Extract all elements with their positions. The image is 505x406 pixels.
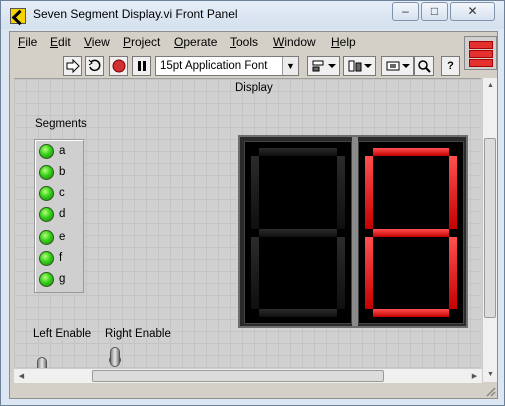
front-panel-client: File Edit View Project Operate Tools Win… xyxy=(9,31,498,399)
scroll-down-icon[interactable]: ▼ xyxy=(483,367,498,382)
led-indicator[interactable] xyxy=(39,207,54,222)
led-row[interactable]: b xyxy=(39,164,79,182)
led-indicator[interactable] xyxy=(39,272,54,287)
menu-project[interactable]: Project xyxy=(123,35,160,49)
left-digit[interactable] xyxy=(244,141,352,324)
run-arrow-icon[interactable] xyxy=(63,56,82,76)
led-row[interactable]: a xyxy=(39,143,79,161)
led-label: e xyxy=(59,231,66,243)
app-window: Seven Segment Display.vi Front Panel – □… xyxy=(0,0,505,406)
menu-bar: File Edit View Project Operate Tools Win… xyxy=(10,32,462,52)
led-row[interactable]: e xyxy=(39,229,79,247)
font-selector-value: 15pt Application Font xyxy=(160,60,268,72)
vertical-scrollbar[interactable]: ▲ ▼ xyxy=(482,78,497,382)
led-indicator[interactable] xyxy=(39,251,54,266)
led-row[interactable]: d xyxy=(39,206,79,224)
vi-icon xyxy=(464,36,497,70)
led-indicator[interactable] xyxy=(39,230,54,245)
scroll-left-icon[interactable]: ◀ xyxy=(14,369,29,384)
context-help-icon[interactable]: ? xyxy=(441,56,460,76)
segment-b xyxy=(337,156,345,229)
labview-vi-icon xyxy=(10,8,26,24)
window-title: Seven Segment Display.vi Front Panel xyxy=(33,7,238,21)
menu-window[interactable]: Window xyxy=(273,35,316,49)
led-label: f xyxy=(59,252,63,264)
segment-d xyxy=(259,309,337,317)
led-row[interactable]: f xyxy=(39,250,79,268)
segment-d xyxy=(373,309,449,317)
menu-help[interactable]: Help xyxy=(331,35,356,49)
segment-f xyxy=(251,156,259,229)
chevron-down-icon: ▼ xyxy=(282,57,298,75)
seven-segment-display[interactable] xyxy=(238,135,468,328)
segment-c xyxy=(449,236,457,309)
led-label: d xyxy=(59,208,66,220)
led-indicator[interactable] xyxy=(39,144,54,159)
close-button[interactable]: ✕ xyxy=(450,2,495,21)
led-row[interactable]: c xyxy=(39,185,79,203)
maximize-button[interactable]: □ xyxy=(421,2,448,21)
right-digit[interactable] xyxy=(358,141,464,324)
toolbar: 15pt Application Font ▼ ? xyxy=(10,52,462,78)
menu-view[interactable]: View xyxy=(84,35,110,49)
font-selector[interactable]: 15pt Application Font ▼ xyxy=(155,56,299,76)
menu-tools[interactable]: Tools xyxy=(230,35,258,49)
led-label: a xyxy=(59,145,66,157)
led-indicator[interactable] xyxy=(39,165,54,180)
segment-b xyxy=(449,156,457,229)
segments-led-array: a b c d e f g xyxy=(34,139,84,293)
minimize-button[interactable]: – xyxy=(392,2,419,21)
segment-a xyxy=(373,148,449,156)
segment-f xyxy=(365,156,373,229)
led-label: g xyxy=(59,273,66,285)
display-label: Display xyxy=(235,82,273,94)
title-bar[interactable]: Seven Segment Display.vi Front Panel – □… xyxy=(1,1,504,29)
scroll-right-icon[interactable]: ▶ xyxy=(467,369,482,384)
menu-edit[interactable]: Edit xyxy=(50,35,71,49)
pause-icon[interactable] xyxy=(132,56,151,76)
run-continuously-icon[interactable] xyxy=(85,56,104,76)
led-label: b xyxy=(59,166,66,178)
horizontal-scroll-thumb[interactable] xyxy=(92,370,384,382)
segment-g xyxy=(259,228,337,237)
led-indicator[interactable] xyxy=(39,186,54,201)
abort-icon[interactable] xyxy=(109,56,128,76)
right-enable-label: Right Enable xyxy=(105,328,171,340)
front-panel-canvas[interactable]: Segments a b c d e f g Display Left Enab… xyxy=(14,78,481,383)
menu-file[interactable]: File xyxy=(18,35,37,49)
segment-g xyxy=(373,228,449,237)
segment-e xyxy=(365,236,373,309)
left-enable-label: Left Enable xyxy=(33,328,92,340)
menu-operate[interactable]: Operate xyxy=(174,35,217,49)
horizontal-scrollbar[interactable]: ◀ ▶ xyxy=(14,368,482,383)
resize-objects-icon[interactable] xyxy=(381,56,414,76)
segments-label: Segments xyxy=(35,118,87,130)
scroll-up-icon[interactable]: ▲ xyxy=(483,78,498,93)
resize-grip-icon[interactable] xyxy=(482,383,497,398)
distribute-objects-icon[interactable] xyxy=(343,56,376,76)
segment-a xyxy=(259,148,337,156)
search-icon[interactable] xyxy=(414,56,434,76)
led-row[interactable]: g xyxy=(39,271,79,289)
segment-e xyxy=(251,236,259,309)
align-objects-icon[interactable] xyxy=(307,56,340,76)
segment-c xyxy=(337,236,345,309)
led-label: c xyxy=(59,187,65,199)
vertical-scroll-thumb[interactable] xyxy=(484,138,496,318)
